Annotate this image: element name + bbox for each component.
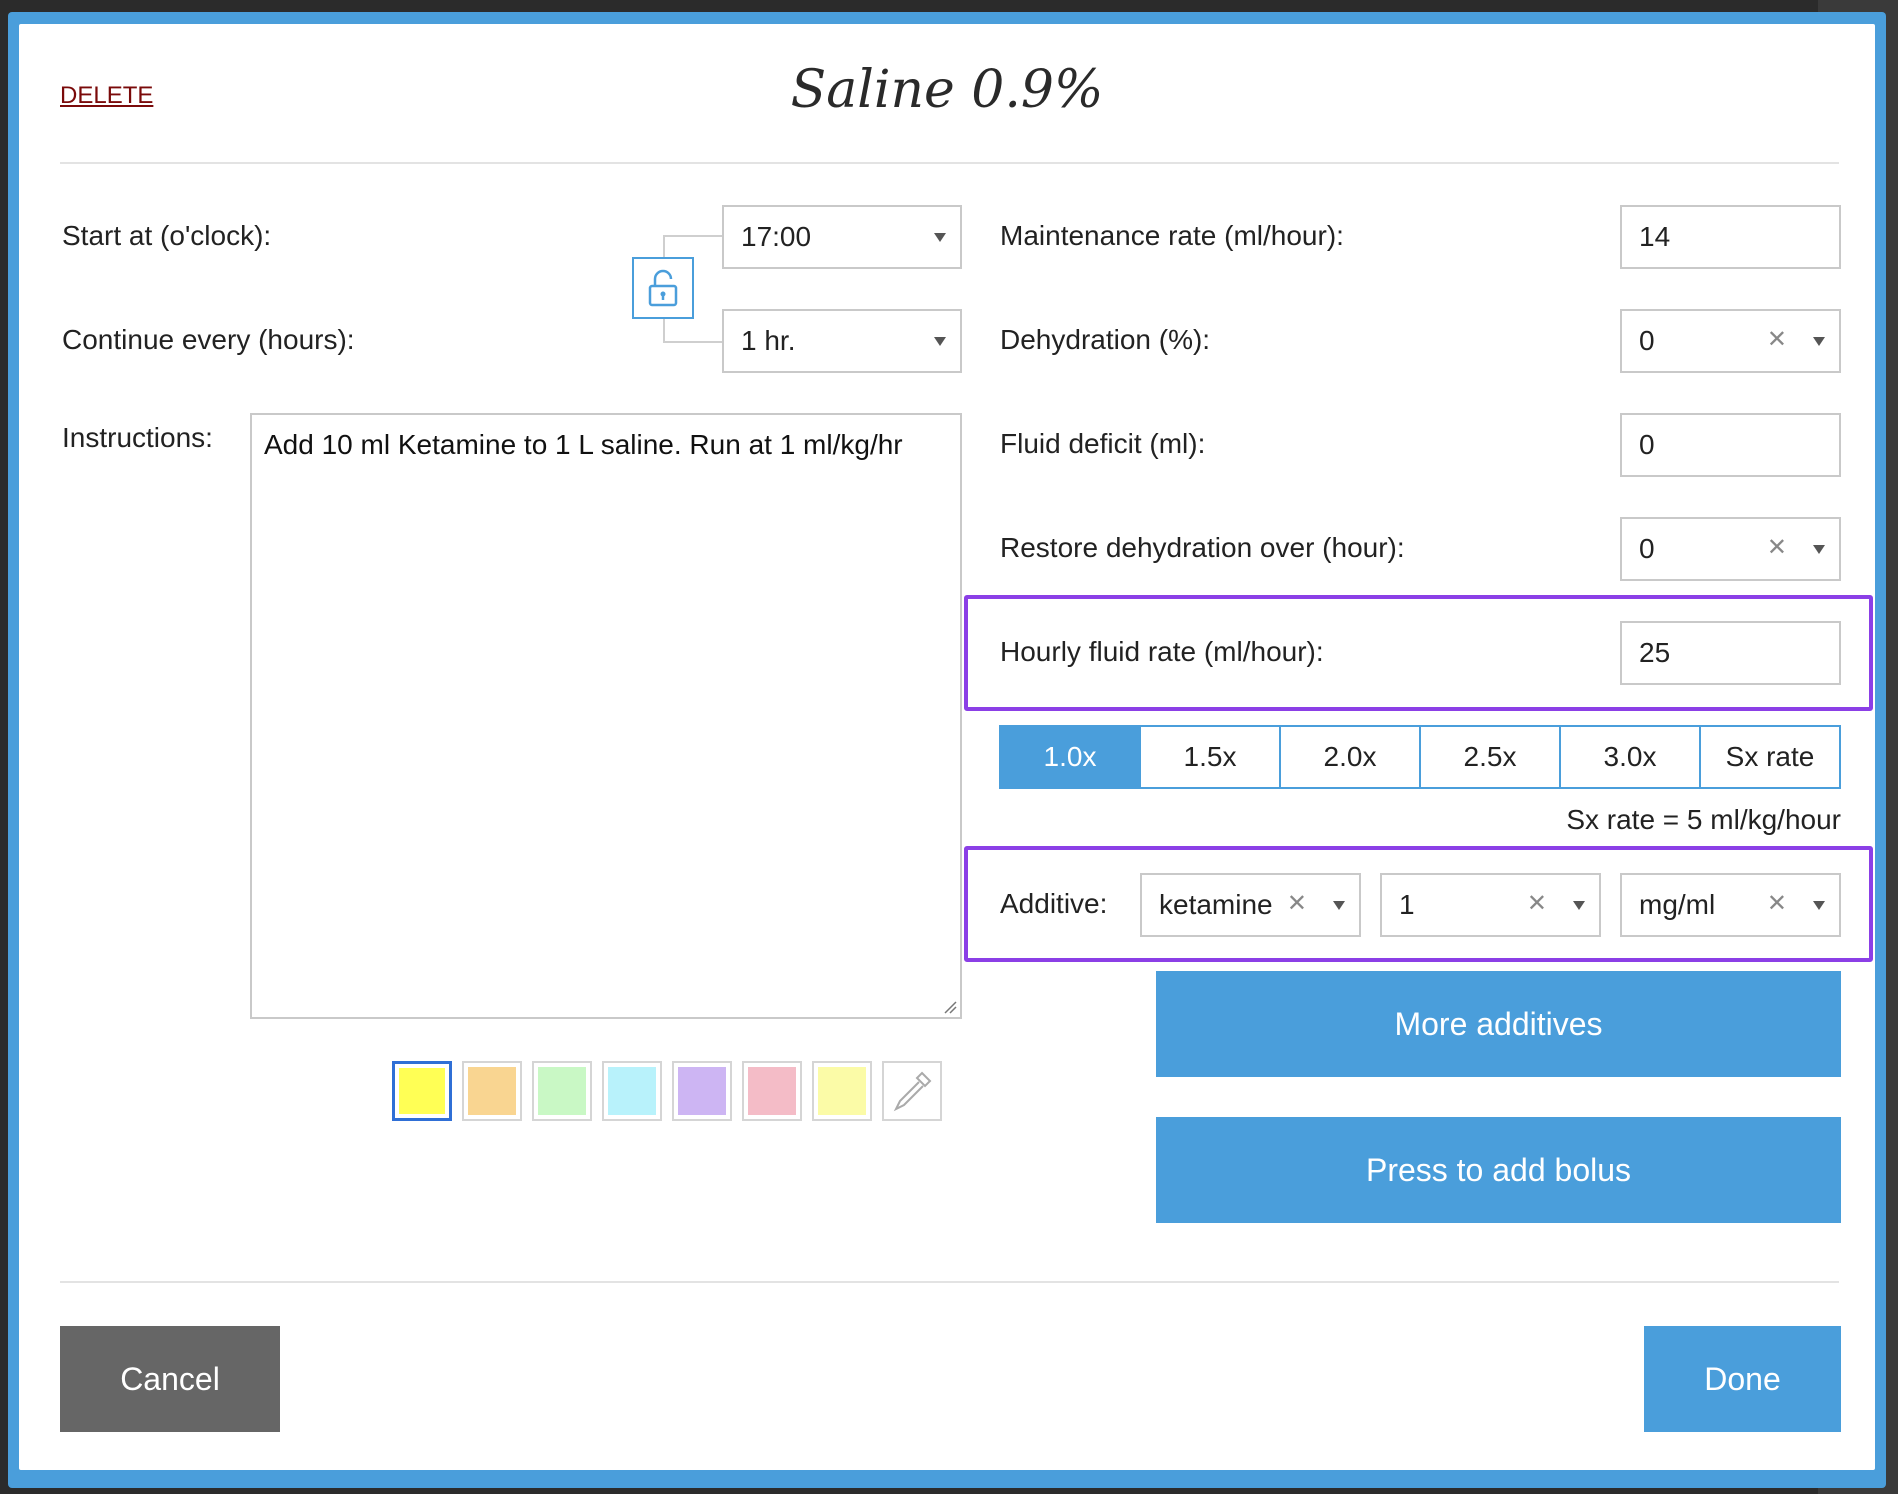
unlock-icon <box>648 269 678 307</box>
resize-grip-icon[interactable] <box>943 1000 957 1014</box>
color-swatch-pink[interactable] <box>742 1061 802 1121</box>
connector-line <box>663 235 722 237</box>
swatch-fill <box>399 1068 445 1114</box>
clear-icon[interactable]: ✕ <box>1287 889 1307 918</box>
multiplier-3-0x[interactable]: 3.0x <box>1559 727 1699 787</box>
additive-name-select[interactable]: ketamine ✕ <box>1140 873 1361 937</box>
cancel-button[interactable]: Cancel <box>60 1326 280 1432</box>
continue-every-select[interactable]: 1 hr. <box>722 309 962 373</box>
multiplier-sx-rate[interactable]: Sx rate <box>1699 727 1839 787</box>
start-time-value: 17:00 <box>741 221 812 252</box>
hourly-rate-label: Hourly fluid rate (ml/hour): <box>1000 636 1324 667</box>
swatch-fill <box>538 1067 586 1115</box>
chevron-down-icon <box>1333 901 1345 910</box>
additive-unit-value: mg/ml <box>1639 889 1716 920</box>
fluid-dialog: DELETE Saline 0.9% Start at (o'clock): 1… <box>19 24 1875 1470</box>
color-swatch-purple[interactable] <box>672 1061 732 1121</box>
clear-icon[interactable]: ✕ <box>1767 889 1787 918</box>
eyedropper-icon <box>893 1071 932 1112</box>
connector-line <box>663 319 665 341</box>
additive-amount-value: 1 <box>1399 889 1415 920</box>
color-swatch-cyan[interactable] <box>602 1061 662 1121</box>
multiplier-2-5x[interactable]: 2.5x <box>1419 727 1559 787</box>
continue-label: Continue every (hours): <box>62 324 355 355</box>
dehydration-value: 0 <box>1639 325 1655 356</box>
hourly-rate-value: 25 <box>1639 637 1671 668</box>
swatch-fill <box>468 1067 516 1115</box>
lock-toggle-button[interactable] <box>632 257 694 319</box>
multiplier-2-0x[interactable]: 2.0x <box>1279 727 1419 787</box>
color-swatch-light-yellow[interactable] <box>812 1061 872 1121</box>
swatch-fill <box>818 1067 866 1115</box>
chevron-down-icon <box>1573 901 1585 910</box>
swatch-fill <box>608 1067 656 1115</box>
instructions-text: Add 10 ml Ketamine to 1 L saline. Run at… <box>264 429 903 460</box>
connector-line <box>663 235 665 257</box>
chevron-down-icon <box>1813 337 1825 346</box>
color-swatch-orange[interactable] <box>462 1061 522 1121</box>
clear-icon[interactable]: ✕ <box>1767 533 1787 562</box>
restore-dehydration-select[interactable]: 0 ✕ <box>1620 517 1841 581</box>
color-swatch-yellow[interactable] <box>392 1061 452 1121</box>
color-picker-button[interactable] <box>882 1061 942 1121</box>
chevron-down-icon <box>934 233 946 242</box>
clear-icon[interactable]: ✕ <box>1527 889 1547 918</box>
clear-icon[interactable]: ✕ <box>1767 325 1787 354</box>
sx-rate-note: Sx rate = 5 ml/kg/hour <box>1566 804 1841 835</box>
fluid-deficit-value: 0 <box>1639 429 1655 460</box>
chevron-down-icon <box>1813 901 1825 910</box>
color-swatch-green[interactable] <box>532 1061 592 1121</box>
restore-label: Restore dehydration over (hour): <box>1000 532 1405 563</box>
deficit-label: Fluid deficit (ml): <box>1000 428 1206 459</box>
multiplier-1-5x[interactable]: 1.5x <box>1139 727 1279 787</box>
additive-unit-select[interactable]: mg/ml ✕ <box>1620 873 1841 937</box>
maintenance-rate-input[interactable]: 14 <box>1620 205 1841 269</box>
instructions-label: Instructions: <box>62 422 213 453</box>
instructions-textarea[interactable]: Add 10 ml Ketamine to 1 L saline. Run at… <box>250 413 962 1019</box>
chevron-down-icon <box>934 337 946 346</box>
dialog-title: Saline 0.9% <box>790 60 1104 120</box>
additive-name-value: ketamine <box>1159 889 1273 920</box>
start-label: Start at (o'clock): <box>62 220 272 251</box>
restore-dehydration-value: 0 <box>1639 533 1655 564</box>
additive-amount-select[interactable]: 1 ✕ <box>1380 873 1601 937</box>
more-additives-button[interactable]: More additives <box>1156 971 1841 1077</box>
swatch-fill <box>678 1067 726 1115</box>
fluid-deficit-input[interactable]: 0 <box>1620 413 1841 477</box>
add-bolus-button[interactable]: Press to add bolus <box>1156 1117 1841 1223</box>
bottom-divider <box>60 1281 1839 1283</box>
chevron-down-icon <box>1813 545 1825 554</box>
maintenance-rate-value: 14 <box>1639 221 1671 252</box>
hourly-rate-input[interactable]: 25 <box>1620 621 1841 685</box>
maintenance-label: Maintenance rate (ml/hour): <box>1000 220 1344 251</box>
connector-line <box>663 341 722 343</box>
top-divider <box>60 162 1839 164</box>
start-time-select[interactable]: 17:00 <box>722 205 962 269</box>
done-button[interactable]: Done <box>1644 1326 1841 1432</box>
continue-every-value: 1 hr. <box>741 325 796 356</box>
rate-multiplier-group: 1.0x 1.5x 2.0x 2.5x 3.0x Sx rate <box>999 725 1841 789</box>
additive-label: Additive: <box>1000 888 1108 919</box>
swatch-fill <box>748 1067 796 1115</box>
multiplier-1-0x[interactable]: 1.0x <box>1001 727 1139 787</box>
dehydration-label: Dehydration (%): <box>1000 324 1211 355</box>
dehydration-select[interactable]: 0 ✕ <box>1620 309 1841 373</box>
